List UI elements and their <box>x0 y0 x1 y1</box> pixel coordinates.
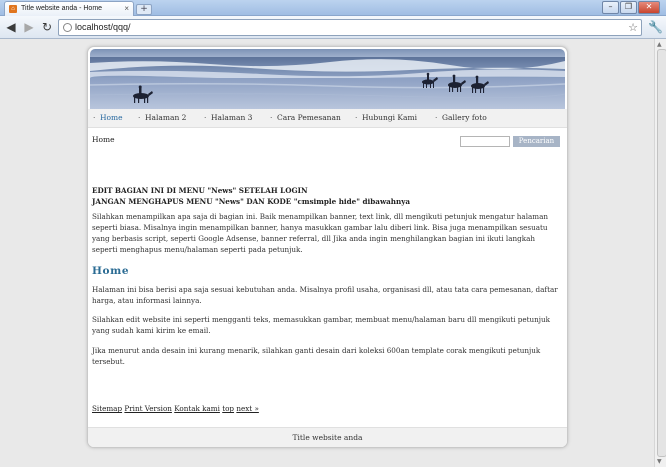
breadcrumb: Home <box>92 135 115 144</box>
scrollbar-thumb[interactable] <box>657 49 666 457</box>
page-viewport: Home Halaman 2 Halaman 3 Cara Pemesanan … <box>0 39 654 467</box>
search-input[interactable] <box>460 136 510 147</box>
site-footer: Title website anda <box>88 427 567 447</box>
menu-item-halaman-2[interactable]: Halaman 2 <box>138 109 187 127</box>
page-title: Home <box>92 265 130 277</box>
page-container: Home Halaman 2 Halaman 3 Cara Pemesanan … <box>87 46 568 448</box>
tab-close-icon[interactable]: × <box>124 2 129 16</box>
bookmark-star-icon[interactable]: ☆ <box>628 20 638 35</box>
maximize-button[interactable]: ❐ <box>620 1 637 14</box>
sitemap-link[interactable]: Sitemap <box>92 404 122 413</box>
admin-notice: EDIT BAGIAN INI DI MENU "News" SETELAH L… <box>92 185 562 207</box>
forward-arrow-icon[interactable]: ▶ <box>22 20 36 34</box>
main-menu: Home Halaman 2 Halaman 3 Cara Pemesanan … <box>88 109 567 128</box>
content-paragraph-3: Jika menurut anda desain ini kurang mena… <box>92 346 541 366</box>
notice-line-1: EDIT BAGIAN INI DI MENU "News" SETELAH L… <box>92 186 308 195</box>
new-tab-button[interactable]: + <box>136 4 152 15</box>
back-arrow-icon[interactable]: ◀ <box>4 20 18 34</box>
menu-item-halaman-3[interactable]: Halaman 3 <box>204 109 253 127</box>
notice-paragraph: Silahkan menampilkan apa saja di bagian … <box>92 212 549 254</box>
minimize-button[interactable]: – <box>602 1 619 14</box>
wrench-menu-icon[interactable]: 🔧 <box>648 20 663 34</box>
window-titlebar: ⌂ Title website anda - Home × + – ❐ ✕ <box>0 0 666 16</box>
content-paragraph-1: Halaman ini bisa berisi apa saja sesuai … <box>92 285 558 305</box>
notice-line-2: JANGAN MENGHAPUS MENU "News" DAN KODE "c… <box>92 197 411 206</box>
close-window-button[interactable]: ✕ <box>638 1 660 14</box>
tab-title: Title website anda - Home <box>21 5 103 12</box>
next-link[interactable]: next » <box>236 404 259 413</box>
browser-tab[interactable]: ⌂ Title website anda - Home × <box>4 1 134 16</box>
content-paragraph-2: Silahkan edit website ini seperti mengga… <box>92 315 551 335</box>
menu-item-gallery-foto[interactable]: Gallery foto <box>435 109 487 127</box>
kontak-kami-link[interactable]: Kontak kami <box>174 404 220 413</box>
menu-item-cara-pemesanan[interactable]: Cara Pemesanan <box>270 109 341 127</box>
site-favicon-icon: ⌂ <box>9 5 17 13</box>
browser-toolbar: ◀ ▶ ↻ localhost/qqq/ ☆ 🔧 <box>0 16 666 39</box>
scroll-up-arrow-icon[interactable]: ▲ <box>657 41 662 48</box>
menu-item-home[interactable]: Home <box>93 109 122 127</box>
footer-links: Sitemap Print Version Kontak kami top ne… <box>92 404 259 413</box>
address-bar[interactable]: localhost/qqq/ ☆ <box>58 19 642 36</box>
vertical-scrollbar[interactable]: ▲ ▼ <box>654 39 666 467</box>
menu-item-hubungi-kami[interactable]: Hubungi Kami <box>355 109 417 127</box>
address-url[interactable]: localhost/qqq/ <box>75 20 131 35</box>
scroll-down-arrow-icon[interactable]: ▼ <box>657 458 662 465</box>
print-version-link[interactable]: Print Version <box>124 404 172 413</box>
top-link[interactable]: top <box>222 404 234 413</box>
search-button[interactable]: Pencarian <box>513 136 560 147</box>
header-banner-image <box>90 49 565 109</box>
reload-icon[interactable]: ↻ <box>40 20 54 34</box>
page-globe-icon <box>63 23 72 32</box>
